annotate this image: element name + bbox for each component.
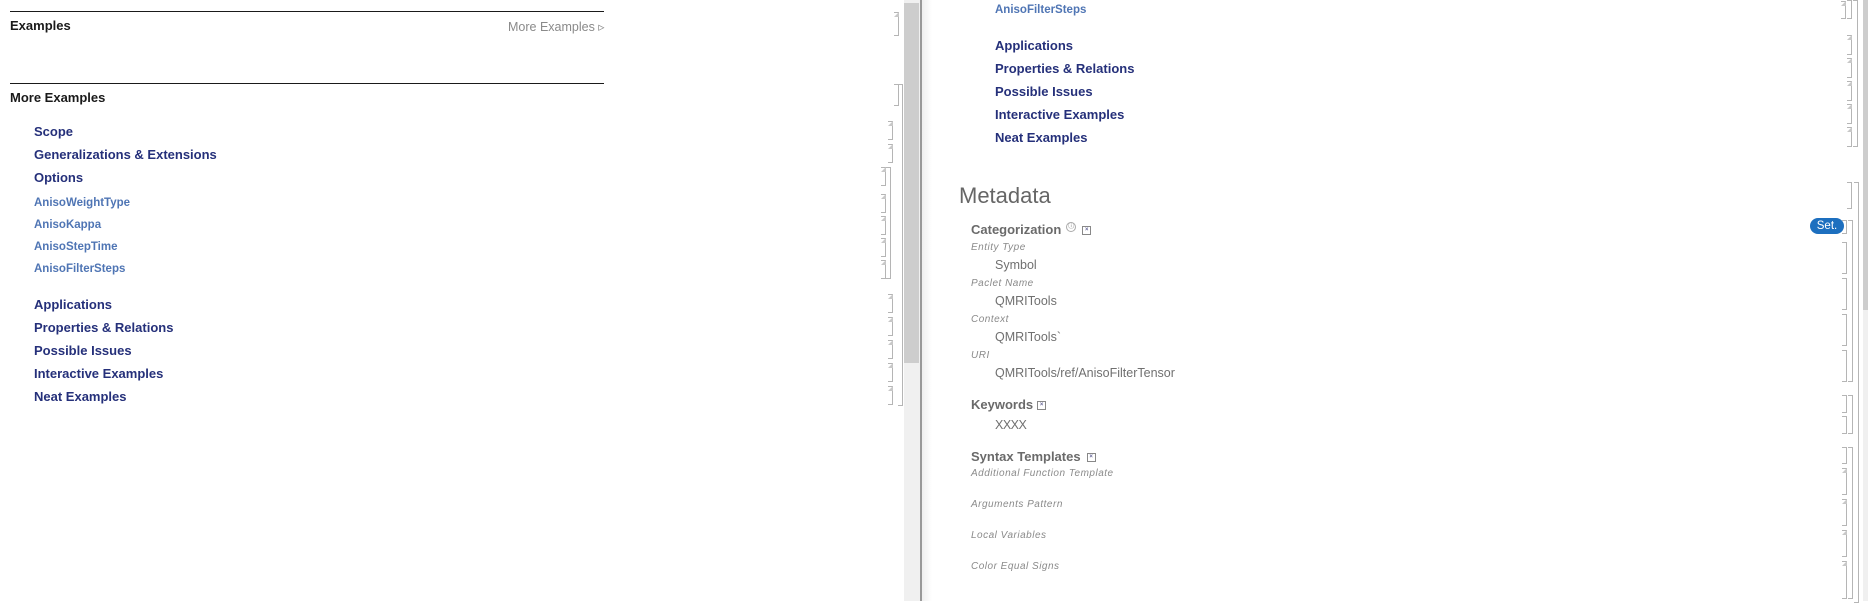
group-bracket[interactable] xyxy=(1848,447,1853,599)
more-examples-section-title: More Examples xyxy=(10,90,106,105)
paclet-name-label: Paclet Name xyxy=(971,278,1034,289)
option-link-anisoweighttype[interactable]: AnisoWeightType xyxy=(34,197,130,209)
cell-bracket[interactable] xyxy=(888,363,893,382)
cell-bracket[interactable] xyxy=(888,340,893,359)
section-divider xyxy=(10,11,604,12)
local-variables-label: Local Variables xyxy=(971,530,1047,541)
context-value[interactable]: QMRITools` xyxy=(995,330,1061,344)
cell-bracket[interactable] xyxy=(1847,35,1852,55)
cell-bracket[interactable] xyxy=(1842,468,1847,495)
additional-function-template-label: Additional Function Template xyxy=(971,468,1114,479)
section-link-interactive-examples[interactable]: Interactive Examples xyxy=(34,366,163,381)
cell-bracket[interactable] xyxy=(1842,416,1847,434)
uri-value[interactable]: QMRITools/ref/AnisoFilterTensor xyxy=(995,366,1175,380)
cell-bracket[interactable] xyxy=(888,294,893,313)
section-link-properties-relations[interactable]: Properties & Relations xyxy=(34,320,173,335)
left-notebook-pane: Examples More Examples ▹ More Examples S… xyxy=(0,0,904,601)
group-bracket[interactable] xyxy=(1848,395,1853,434)
cell-bracket[interactable] xyxy=(1847,104,1852,124)
section-link-options[interactable]: Options xyxy=(34,170,83,185)
more-examples-link[interactable]: More Examples ▹ xyxy=(508,19,605,34)
cell-bracket[interactable] xyxy=(888,317,893,336)
divider-shadow xyxy=(922,0,932,601)
right-scrollbar-thumb[interactable] xyxy=(1863,0,1868,310)
section-link-applications[interactable]: Applications xyxy=(34,297,112,312)
section-link-neat-examples[interactable]: Neat Examples xyxy=(34,389,127,404)
entity-type-value[interactable]: Symbol xyxy=(995,258,1037,272)
section-link-generalizations[interactable]: Generalizations & Extensions xyxy=(34,147,217,162)
cell-bracket[interactable] xyxy=(881,260,886,279)
cell-bracket[interactable] xyxy=(1842,242,1847,274)
cell-bracket[interactable] xyxy=(881,216,886,235)
cell-bracket[interactable] xyxy=(1842,447,1847,464)
cell-bracket[interactable] xyxy=(1847,81,1852,101)
cell-bracket[interactable] xyxy=(888,144,893,163)
group-bracket[interactable] xyxy=(1847,0,1852,19)
section-link-neat-examples[interactable]: Neat Examples xyxy=(995,130,1088,145)
section-link-scope[interactable]: Scope xyxy=(34,124,73,139)
left-scrollbar[interactable] xyxy=(904,0,920,601)
syntax-templates-label: Syntax Templates xyxy=(971,449,1081,464)
group-bracket[interactable] xyxy=(1848,220,1853,382)
cell-bracket[interactable] xyxy=(1847,182,1852,209)
examples-section-title: Examples xyxy=(10,18,71,33)
cell-bracket[interactable] xyxy=(1841,1,1846,19)
entity-type-label: Entity Type xyxy=(971,242,1026,253)
paclet-name-value[interactable]: QMRITools xyxy=(995,294,1057,308)
group-bracket[interactable] xyxy=(898,84,903,406)
section-link-properties-relations[interactable]: Properties & Relations xyxy=(995,61,1134,76)
cell-bracket[interactable] xyxy=(1842,530,1847,557)
cell-bracket[interactable] xyxy=(1842,395,1847,413)
info-icon[interactable]: ⓘ xyxy=(1066,221,1077,232)
option-link-anisokappa[interactable]: AnisoKappa xyxy=(34,219,101,231)
section-link-possible-issues[interactable]: Possible Issues xyxy=(34,343,132,358)
group-bracket[interactable] xyxy=(1854,182,1859,603)
cell-bracket[interactable] xyxy=(1842,278,1847,310)
toggle-box-icon[interactable]: × xyxy=(1086,453,1096,463)
categorization-title: Categorization ⓘ × xyxy=(971,221,1092,237)
keywords-value[interactable]: XXXX xyxy=(995,418,1027,432)
section-link-interactive-examples[interactable]: Interactive Examples xyxy=(995,107,1124,122)
syntax-templates-title: Syntax Templates × xyxy=(971,449,1096,464)
categorization-label: Categorization xyxy=(971,222,1062,237)
cell-bracket[interactable] xyxy=(1842,561,1847,599)
toggle-box-icon[interactable]: × xyxy=(1082,226,1092,236)
metadata-title: Metadata xyxy=(959,183,1051,208)
cell-bracket[interactable] xyxy=(888,121,893,140)
option-link-anisosteptime[interactable]: AnisoStepTime xyxy=(34,241,118,253)
cell-bracket[interactable] xyxy=(881,194,886,213)
section-link-possible-issues[interactable]: Possible Issues xyxy=(995,84,1093,99)
cell-bracket[interactable] xyxy=(1842,350,1847,382)
context-label: Context xyxy=(971,314,1009,325)
section-link-applications[interactable]: Applications xyxy=(995,38,1073,53)
uri-label: URI xyxy=(971,350,990,361)
group-bracket[interactable] xyxy=(886,167,891,279)
cell-bracket[interactable] xyxy=(1842,499,1847,526)
option-link-anisofiltersteps[interactable]: AnisoFilterSteps xyxy=(34,263,125,275)
color-equal-signs-label: Color Equal Signs xyxy=(971,561,1060,572)
group-bracket[interactable] xyxy=(1853,0,1858,147)
left-scrollbar-thumb[interactable] xyxy=(904,3,919,363)
arguments-pattern-label: Arguments Pattern xyxy=(971,499,1063,510)
option-link-anisofiltersteps[interactable]: AnisoFilterSteps xyxy=(995,4,1086,16)
right-notebook-pane: AnisoFilterSteps Applications Properties… xyxy=(922,0,1868,601)
toggle-box-icon[interactable]: × xyxy=(1037,401,1047,411)
keywords-title: Keywords × xyxy=(971,397,1047,412)
right-scrollbar[interactable] xyxy=(1863,0,1868,601)
cell-bracket[interactable] xyxy=(1842,220,1847,234)
cell-bracket[interactable] xyxy=(1847,127,1852,147)
section-divider xyxy=(10,83,604,84)
keywords-label: Keywords xyxy=(971,397,1034,412)
set-button[interactable]: Set. xyxy=(1810,218,1844,234)
cell-bracket[interactable] xyxy=(1842,314,1847,346)
cell-bracket[interactable] xyxy=(888,386,893,405)
cell-bracket[interactable] xyxy=(894,12,899,36)
cell-bracket[interactable] xyxy=(1847,58,1852,78)
cell-bracket[interactable] xyxy=(881,238,886,257)
